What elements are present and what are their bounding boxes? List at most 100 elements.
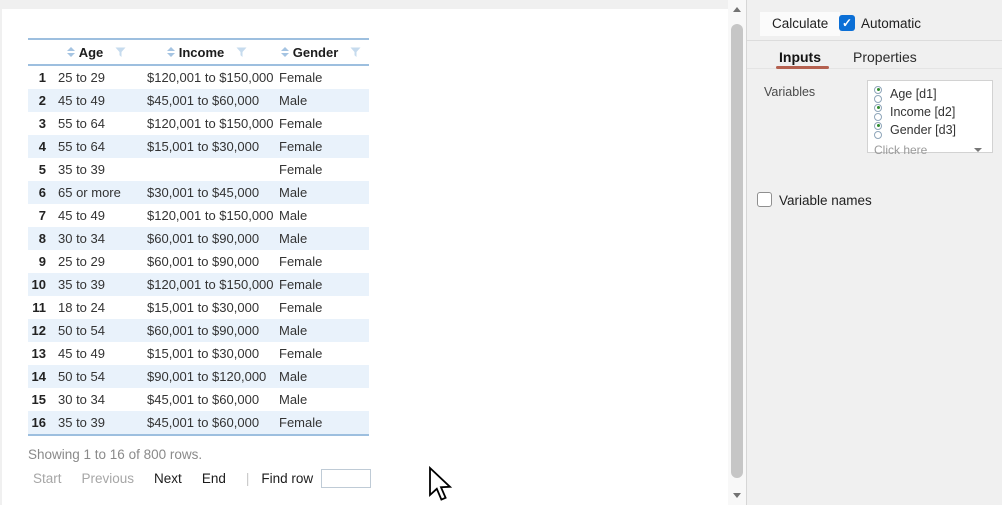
cell-age: 45 to 49 bbox=[58, 208, 105, 223]
table-header-row: Age Income Gender bbox=[28, 38, 369, 66]
vertical-scrollbar[interactable] bbox=[728, 0, 746, 505]
cell-age: 65 or more bbox=[58, 185, 121, 200]
variable-names-checkbox[interactable] bbox=[757, 192, 772, 207]
cell-age: 25 to 29 bbox=[58, 70, 105, 85]
cell-income: $120,001 to $150,000 bbox=[147, 208, 273, 223]
cell-age: 30 to 34 bbox=[58, 392, 105, 407]
scroll-up-icon[interactable] bbox=[733, 7, 741, 12]
row-number: 4 bbox=[38, 139, 46, 154]
row-number: 11 bbox=[32, 300, 46, 315]
tab-properties[interactable]: Properties bbox=[853, 49, 917, 65]
cell-age: 35 to 39 bbox=[58, 162, 105, 177]
dropdown-placeholder: Click here bbox=[874, 143, 928, 157]
variable-radio-pair-icon[interactable] bbox=[874, 103, 882, 121]
cell-gender: Female bbox=[279, 254, 323, 269]
table-row: 5 35 to 39 Female bbox=[28, 158, 369, 181]
cell-gender: Female bbox=[279, 162, 323, 177]
row-number: 9 bbox=[38, 254, 46, 269]
cell-gender: Male bbox=[279, 369, 308, 384]
variable-dropdown[interactable]: Click here bbox=[874, 142, 992, 158]
row-number: 2 bbox=[38, 93, 46, 108]
cell-income: $45,001 to $60,000 bbox=[147, 392, 260, 407]
end-button[interactable]: End bbox=[202, 471, 226, 486]
start-button[interactable]: Start bbox=[33, 471, 62, 486]
variable-item[interactable]: Age [d1] bbox=[874, 85, 992, 103]
cell-age: 45 to 49 bbox=[58, 93, 105, 108]
column-label: Income bbox=[178, 44, 225, 60]
object-inspector-panel: Calculate ✓ Automatic Inputs Properties … bbox=[746, 0, 1002, 505]
cell-age: 55 to 64 bbox=[58, 139, 105, 154]
table-row: 2 45 to 49 $45,001 to $60,000 Male bbox=[28, 89, 369, 112]
radio-selected-icon[interactable] bbox=[874, 85, 882, 94]
radio-unselected-icon[interactable] bbox=[874, 130, 882, 139]
previous-button[interactable]: Previous bbox=[82, 471, 135, 486]
cell-income: $45,001 to $60,000 bbox=[147, 93, 260, 108]
chevron-down-icon bbox=[974, 148, 982, 152]
sort-icon[interactable] bbox=[66, 47, 75, 57]
table-row: 8 30 to 34 $60,001 to $90,000 Male bbox=[28, 227, 369, 250]
radio-selected-icon[interactable] bbox=[874, 103, 882, 112]
variable-item[interactable]: Gender [d3] bbox=[874, 121, 992, 139]
table-row: 1 25 to 29 $120,001 to $150,000 Female bbox=[28, 65, 369, 89]
scrollbar-thumb[interactable] bbox=[731, 24, 743, 478]
radio-unselected-icon[interactable] bbox=[874, 112, 882, 121]
cell-gender: Male bbox=[279, 231, 308, 246]
cell-gender: Male bbox=[279, 93, 308, 108]
cell-gender: Female bbox=[273, 411, 369, 436]
table-row: 9 25 to 29 $60,001 to $90,000 Female bbox=[28, 250, 369, 273]
cell-age: 50 to 54 bbox=[58, 323, 105, 338]
row-number: 7 bbox=[38, 208, 46, 223]
rows-summary: Showing 1 to 16 of 800 rows. bbox=[28, 447, 203, 462]
variables-box[interactable]: Age [d1] Income [d2] Gender [d3] Click her… bbox=[867, 80, 993, 157]
radio-selected-icon[interactable] bbox=[874, 121, 882, 130]
cell-income: $120,001 to $150,000 bbox=[147, 70, 273, 85]
row-number: 8 bbox=[38, 231, 46, 246]
cell-income: $15,001 to $30,000 bbox=[147, 346, 260, 361]
table-row: 12 50 to 54 $60,001 to $90,000 Male bbox=[28, 319, 369, 342]
row-number: 14 bbox=[31, 369, 46, 384]
cell-income: $120,001 to $150,000 bbox=[147, 116, 273, 131]
mouse-cursor-icon bbox=[429, 466, 453, 501]
column-label: Age bbox=[78, 44, 104, 60]
variable-radio-pair-icon[interactable] bbox=[874, 121, 882, 139]
tab-inputs[interactable]: Inputs bbox=[779, 49, 821, 65]
cell-age: 50 to 54 bbox=[58, 369, 105, 384]
cell-age: 45 to 49 bbox=[58, 346, 105, 361]
table-row: 11 18 to 24 $15,001 to $30,000 Female bbox=[28, 296, 369, 319]
pager-divider: | bbox=[245, 471, 250, 486]
cell-income: $60,001 to $90,000 bbox=[147, 254, 260, 269]
scroll-down-icon[interactable] bbox=[733, 493, 741, 498]
table-row: 10 35 to 39 $120,001 to $150,000 Female bbox=[28, 273, 369, 296]
filter-funnel-icon[interactable] bbox=[350, 47, 361, 58]
find-row-label: Find row bbox=[261, 471, 314, 486]
row-number-header bbox=[28, 38, 52, 66]
automatic-checkbox[interactable]: ✓ bbox=[839, 15, 855, 31]
find-row-input[interactable] bbox=[321, 469, 372, 488]
sort-icon[interactable] bbox=[280, 47, 289, 57]
cell-gender: Female bbox=[279, 70, 323, 85]
variable-item[interactable]: Income [d2] bbox=[874, 103, 992, 121]
filter-funnel-icon[interactable] bbox=[115, 47, 126, 58]
variable-radio-pair-icon[interactable] bbox=[874, 85, 882, 103]
app-window: Age Income Gender 1 25 to 29 $120,001 to… bbox=[0, 0, 1002, 505]
row-number: 16 bbox=[28, 411, 52, 436]
panel-separator bbox=[747, 40, 1002, 41]
cell-gender: Male bbox=[279, 208, 308, 223]
cell-gender: Male bbox=[279, 392, 308, 407]
variable-item-label: Income [d2] bbox=[890, 105, 956, 119]
column-header-income[interactable]: Income bbox=[141, 38, 273, 66]
radio-unselected-icon[interactable] bbox=[874, 94, 882, 103]
variable-item-label: Gender [d3] bbox=[890, 123, 957, 137]
cell-gender: Female bbox=[279, 346, 323, 361]
cell-gender: Female bbox=[279, 116, 323, 131]
cell-age: 18 to 24 bbox=[58, 300, 105, 315]
column-header-age[interactable]: Age bbox=[52, 38, 141, 66]
row-number: 10 bbox=[31, 277, 46, 292]
table-row: 16 35 to 39 $45,001 to $60,000 Female bbox=[28, 411, 369, 436]
filter-funnel-icon[interactable] bbox=[236, 47, 247, 58]
column-header-gender[interactable]: Gender bbox=[273, 38, 369, 66]
calculate-button[interactable]: Calculate bbox=[760, 12, 841, 36]
sort-icon[interactable] bbox=[166, 47, 175, 57]
next-button[interactable]: Next bbox=[154, 471, 182, 486]
table-row: 3 55 to 64 $120,001 to $150,000 Female bbox=[28, 112, 369, 135]
